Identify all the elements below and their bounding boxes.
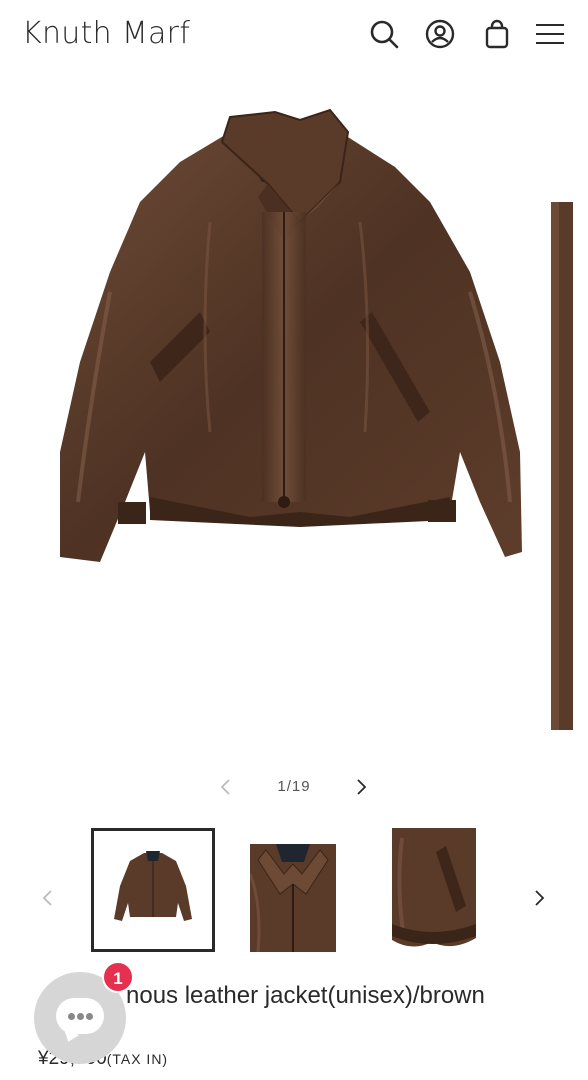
- product-title: nous leather jacket(unisex)/brown: [126, 982, 485, 1009]
- chat-notification-badge: 1: [102, 961, 134, 993]
- site-header: Knuth Marf: [0, 0, 588, 72]
- thumbnail-2[interactable]: [250, 844, 336, 952]
- thumbnails-next-button[interactable]: [527, 886, 551, 910]
- thumbnail-3[interactable]: [392, 828, 476, 952]
- chevron-right-icon: [535, 890, 545, 906]
- slider-controls: 1/19: [0, 770, 588, 804]
- chevron-left-icon: [42, 890, 52, 906]
- cart-icon[interactable]: [481, 18, 513, 50]
- slider-prev-button[interactable]: [214, 775, 238, 799]
- slide-counter: 1/19: [277, 778, 311, 795]
- account-icon[interactable]: [424, 18, 456, 50]
- chevron-right-icon: [357, 779, 367, 795]
- thumbnail-1[interactable]: [91, 828, 215, 952]
- product-main-image[interactable]: [0, 72, 588, 752]
- thumbnails-prev-button[interactable]: [36, 886, 60, 910]
- store-logo[interactable]: Knuth Marf: [22, 16, 190, 51]
- thumbnail-strip: [0, 826, 588, 956]
- search-icon[interactable]: [368, 18, 400, 50]
- slider-next-button[interactable]: [349, 775, 373, 799]
- tax-label: (TAX IN): [106, 1051, 169, 1067]
- chevron-left-icon: [220, 779, 230, 795]
- menu-icon[interactable]: [534, 18, 566, 50]
- chat-icon: [56, 998, 104, 1034]
